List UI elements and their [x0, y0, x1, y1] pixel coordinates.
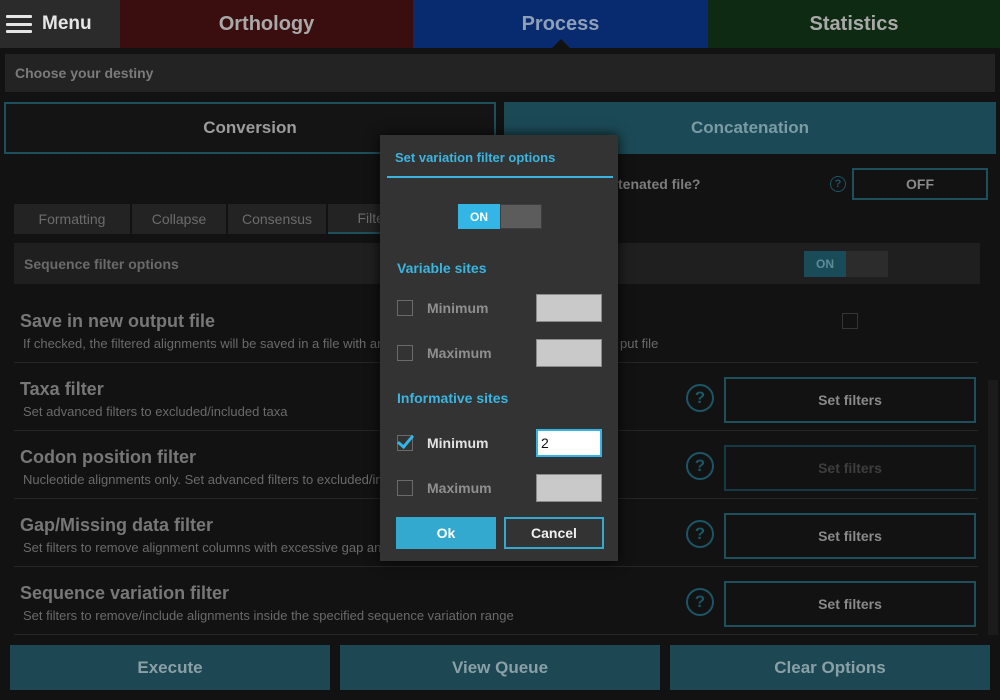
variable-max-row: Maximum [397, 338, 607, 368]
variable-max-checkbox[interactable] [397, 345, 413, 361]
dialog-title: Set variation filter options [395, 150, 556, 165]
variable-min-label: Minimum [427, 300, 489, 316]
variable-min-checkbox[interactable] [397, 300, 413, 316]
filter-title: Gap/Missing data filter [20, 515, 214, 535]
switch-knob [500, 204, 542, 229]
filter-description: Set filters to remove/include alignments… [23, 608, 514, 623]
filter-title: Codon position filter [20, 447, 196, 467]
informative-max-checkbox[interactable] [397, 480, 413, 496]
view-queue-button[interactable]: View Queue [340, 645, 660, 690]
informative-min-checkbox[interactable] [397, 435, 413, 451]
help-icon[interactable]: ? [686, 588, 714, 616]
filter-title: Sequence variation filter [20, 583, 230, 603]
concatenated-file-toggle[interactable]: OFF [852, 168, 988, 200]
variable-max-input[interactable] [536, 339, 602, 367]
dialog-title-divider [387, 176, 613, 178]
filter-title: Taxa filter [20, 379, 104, 399]
taxa-set-filters-button[interactable]: Set filters [724, 377, 976, 423]
subtab-consensus[interactable]: Consensus [228, 204, 326, 234]
subtab-collapse[interactable]: Collapse [132, 204, 226, 234]
help-icon[interactable]: ? [686, 384, 714, 412]
filter-description: If checked, the filtered alignments will… [23, 336, 385, 351]
clear-options-button[interactable]: Clear Options [670, 645, 990, 690]
concatenated-file-option: tenated file? ? OFF [618, 166, 993, 202]
informative-sites-heading: Informative sites [397, 390, 509, 406]
destiny-header: Choose your destiny [5, 54, 995, 92]
switch-knob [846, 251, 888, 277]
menu-button[interactable]: Menu [0, 0, 120, 48]
informative-max-input[interactable] [536, 474, 602, 502]
switch-on-label: ON [458, 204, 500, 229]
help-icon[interactable]: ? [686, 452, 714, 480]
informative-max-label: Maximum [427, 480, 492, 496]
filter-title: Save in new output file [20, 311, 216, 331]
tab-process[interactable]: Process [413, 0, 708, 49]
concatenated-file-question: tenated file? [618, 176, 701, 192]
help-icon[interactable]: ? [686, 520, 714, 548]
variable-min-row: Minimum [397, 293, 607, 323]
filter-description-tail: put file [620, 336, 659, 351]
hamburger-icon [6, 15, 32, 33]
informative-min-input[interactable] [536, 429, 602, 457]
filter-description: Set filters to remove alignment columns … [23, 540, 388, 555]
gap-set-filters-button[interactable]: Set filters [724, 513, 976, 559]
informative-min-row: Minimum [397, 428, 607, 458]
tab-process-label: Process [521, 12, 600, 35]
menu-label: Menu [42, 13, 92, 34]
filter-description: Set advanced filters to excluded/include… [23, 404, 288, 419]
switch-on-label: ON [804, 251, 846, 277]
tab-orthology[interactable]: Orthology [120, 0, 413, 48]
cancel-button[interactable]: Cancel [504, 517, 604, 549]
save-output-checkbox[interactable] [842, 313, 858, 329]
subtab-formatting[interactable]: Formatting [14, 204, 130, 234]
variation-set-filters-button[interactable]: Set filters [724, 581, 976, 627]
process-subtabs: Formatting Collapse Consensus Filter [14, 204, 420, 234]
variable-max-label: Maximum [427, 345, 492, 361]
variation-filter-dialog: Set variation filter options ON Variable… [380, 135, 618, 561]
sequence-filter-options-label: Sequence filter options [24, 255, 179, 272]
codon-set-filters-button[interactable]: Set filters [724, 445, 976, 491]
tab-statistics[interactable]: Statistics [708, 0, 1000, 48]
scrollbar[interactable] [988, 380, 998, 635]
filter-description: Nucleotide alignments only. Set advanced… [23, 472, 390, 487]
informative-max-row: Maximum [397, 473, 607, 503]
help-icon[interactable]: ? [830, 176, 846, 192]
variable-sites-heading: Variable sites [397, 260, 487, 276]
dialog-enable-switch[interactable]: ON [458, 204, 542, 229]
ok-button[interactable]: Ok [396, 517, 496, 549]
active-tab-indicator [550, 39, 571, 49]
execute-button[interactable]: Execute [10, 645, 330, 690]
informative-min-label: Minimum [427, 435, 489, 451]
top-navigation: Menu Orthology Process Statistics [0, 0, 1000, 49]
sequence-filter-switch[interactable]: ON [804, 251, 888, 277]
variable-min-input[interactable] [536, 294, 602, 322]
variation-filter-row: Sequence variation filter Set filters to… [14, 569, 978, 635]
